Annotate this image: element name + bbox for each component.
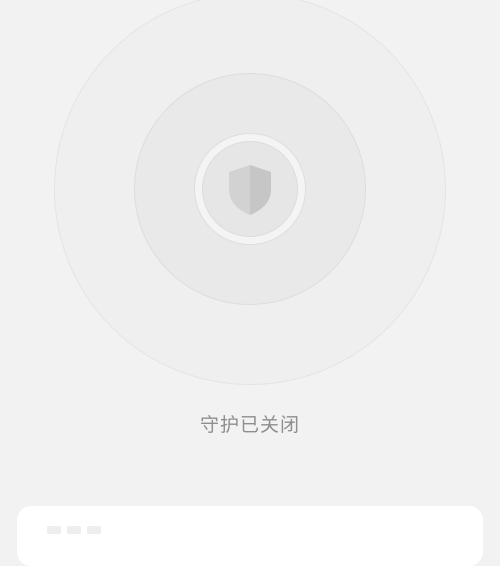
shield-icon [229,165,271,215]
bottom-card[interactable] [17,506,483,566]
protection-status-label: 守护已关闭 [199,414,300,436]
protection-status-graphic [0,0,500,400]
